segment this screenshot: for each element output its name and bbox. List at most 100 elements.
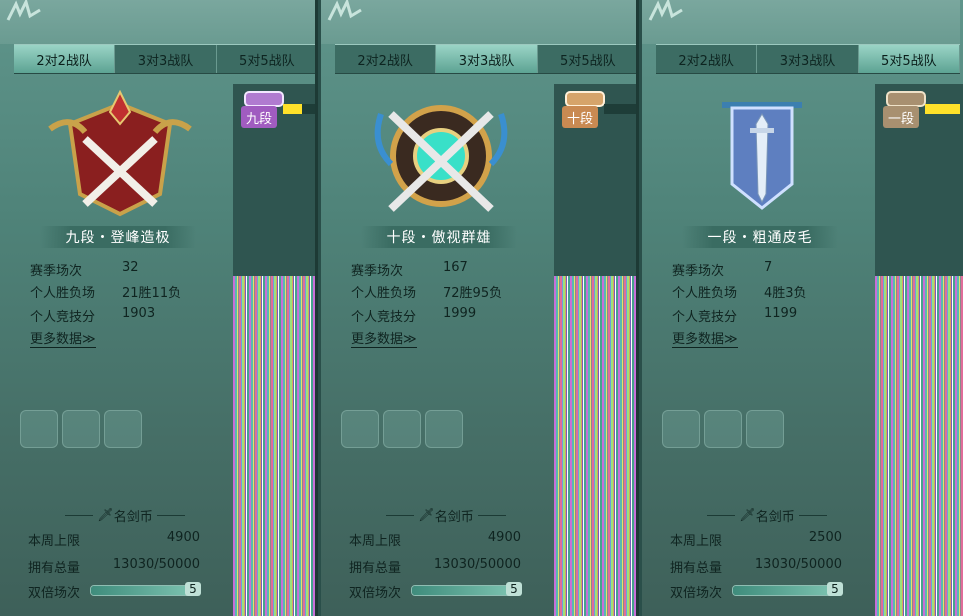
double-label: 双倍场次: [28, 586, 81, 601]
tab-2v2[interactable]: 2对2战队: [656, 45, 758, 73]
weekly-cap-value: 2500: [808, 530, 842, 545]
coin-header: 🗡 名剑币: [60, 506, 190, 525]
stat-label-winloss: 个人胜负场: [672, 286, 738, 301]
double-progress-fill: [733, 586, 838, 595]
side-progress-fill: [925, 104, 960, 114]
rank-title: 九段・登峰造极: [40, 226, 196, 248]
side-progress-bar: [604, 104, 636, 114]
stat-label-winloss: 个人胜负场: [30, 286, 96, 301]
stat-label-season: 赛季场次: [30, 264, 83, 279]
sword-coin-icon: 🗡: [739, 507, 756, 523]
glitch-stripes: [233, 276, 315, 616]
more-data-link[interactable]: 更多数据≫: [30, 328, 96, 348]
tab-3v3[interactable]: 3对3战队: [757, 45, 859, 73]
stat-value-season: 7: [764, 260, 773, 275]
stat-label-score: 个人竞技分: [672, 310, 738, 325]
owned-value: 13030/50000: [112, 557, 200, 572]
weekly-cap-value: 4900: [487, 530, 521, 545]
stat-value-winloss: 21胜11负: [122, 286, 182, 301]
nine-dan-crest-icon: [48, 89, 192, 217]
team-tabs: 2对2战队 3对3战队 5对5战队: [14, 44, 315, 74]
stat-value-score: 1903: [122, 306, 156, 321]
ghost-skill-icon: [341, 410, 379, 448]
double-progress-bar: [732, 585, 839, 596]
rank-title: 一段・粗通皮毛: [682, 226, 838, 248]
double-progress-fill: [412, 586, 517, 595]
side-rank-column: 九段: [233, 84, 315, 616]
glitch-stripes: [554, 276, 636, 616]
glitch-stripes: [875, 276, 963, 616]
weekly-cap-label: 本周上限: [28, 534, 81, 549]
panel-top-decor: [642, 0, 960, 44]
side-rank-badge: 十段: [562, 106, 598, 128]
stat-label-score: 个人竞技分: [351, 310, 417, 325]
tab-5v5[interactable]: 5对5战队: [538, 45, 636, 73]
coin-title: 名剑币: [113, 509, 153, 525]
owned-label: 拥有总量: [349, 561, 402, 576]
sword-coin-icon: 🗡: [97, 507, 114, 523]
stat-value-season: 32: [122, 260, 139, 275]
weekly-cap-label: 本周上限: [349, 534, 402, 549]
window-corner-icon: [327, 0, 362, 21]
stat-value-winloss: 72胜95负: [443, 286, 503, 301]
double-count: 5: [506, 582, 522, 596]
ghost-skill-icon: [20, 410, 58, 448]
stat-value-winloss: 4胜3负: [764, 286, 807, 301]
ghost-skill-icon: [104, 410, 142, 448]
double-label: 双倍场次: [670, 586, 723, 601]
rank-panel-1: 2对2战队 3对3战队 5对5战队 九段・登峰造极 赛季场次 32 个人胜负场 …: [0, 0, 318, 616]
stat-value-score: 1999: [443, 306, 477, 321]
ghost-skill-icon: [746, 410, 784, 448]
coin-header: 🗡 名剑币: [381, 506, 511, 525]
stat-value-season: 167: [443, 260, 468, 275]
coin-header: 🗡 名剑币: [702, 506, 832, 525]
rank-panel-2: 2对2战队 3对3战队 5对5战队 十段・傲视群雄 赛季场次 167 个人胜负场…: [321, 0, 639, 616]
coin-title: 名剑币: [434, 509, 474, 525]
owned-value: 13030/50000: [433, 557, 521, 572]
sword-coin-icon: 🗡: [418, 507, 435, 523]
weekly-cap-label: 本周上限: [670, 534, 723, 549]
stat-value-score: 1199: [764, 306, 798, 321]
window-corner-icon: [648, 0, 683, 21]
more-data-link[interactable]: 更多数据≫: [351, 328, 417, 348]
ghost-skill-icon: [425, 410, 463, 448]
team-tabs: 2对2战队 3对3战队 5对5战队: [335, 44, 636, 74]
weekly-cap-value: 4900: [166, 530, 200, 545]
panel-top-decor: [321, 0, 636, 44]
tab-2v2[interactable]: 2对2战队: [335, 45, 437, 73]
double-progress-bar: [90, 585, 197, 596]
owned-label: 拥有总量: [28, 561, 81, 576]
stat-label-winloss: 个人胜负场: [351, 286, 417, 301]
tab-3v3[interactable]: 3对3战队: [436, 45, 538, 73]
team-tabs: 2对2战队 3对3战队 5对5战队: [656, 44, 960, 74]
one-dan-banner-icon: [722, 102, 802, 210]
tab-3v3[interactable]: 3对3战队: [115, 45, 217, 73]
ghost-skill-icon: [704, 410, 742, 448]
ghost-skill-icon: [383, 410, 421, 448]
rank-panel-3: 2对2战队 3对3战队 5对5战队 一段・粗通皮毛 赛季场次 7 个人胜负场 4…: [642, 0, 963, 616]
ghost-skill-icon: [662, 410, 700, 448]
side-progress-fill: [283, 104, 303, 114]
double-count: 5: [827, 582, 843, 596]
side-rank-badge: 一段: [883, 106, 919, 128]
panel-top-decor: [0, 0, 315, 44]
side-rank-badge: 九段: [241, 106, 277, 128]
stat-label-season: 赛季场次: [672, 264, 725, 279]
stat-label-season: 赛季场次: [351, 264, 404, 279]
tab-5v5[interactable]: 5对5战队: [858, 45, 960, 73]
rank-title: 十段・傲视群雄: [361, 226, 517, 248]
tab-5v5[interactable]: 5对5战队: [217, 45, 315, 73]
ten-dan-crest-icon: [374, 105, 508, 212]
more-data-link[interactable]: 更多数据≫: [672, 328, 738, 348]
double-count: 5: [185, 582, 201, 596]
window-corner-icon: [6, 0, 41, 21]
side-rank-column: 十段: [554, 84, 636, 616]
stat-label-score: 个人竞技分: [30, 310, 96, 325]
double-progress-fill: [91, 586, 196, 595]
side-rank-column: 一段: [875, 84, 963, 616]
side-progress-bar: [283, 104, 315, 114]
owned-value: 13030/50000: [754, 557, 842, 572]
side-progress-bar: [925, 104, 960, 114]
owned-label: 拥有总量: [670, 561, 723, 576]
tab-2v2[interactable]: 2对2战队: [14, 45, 116, 73]
